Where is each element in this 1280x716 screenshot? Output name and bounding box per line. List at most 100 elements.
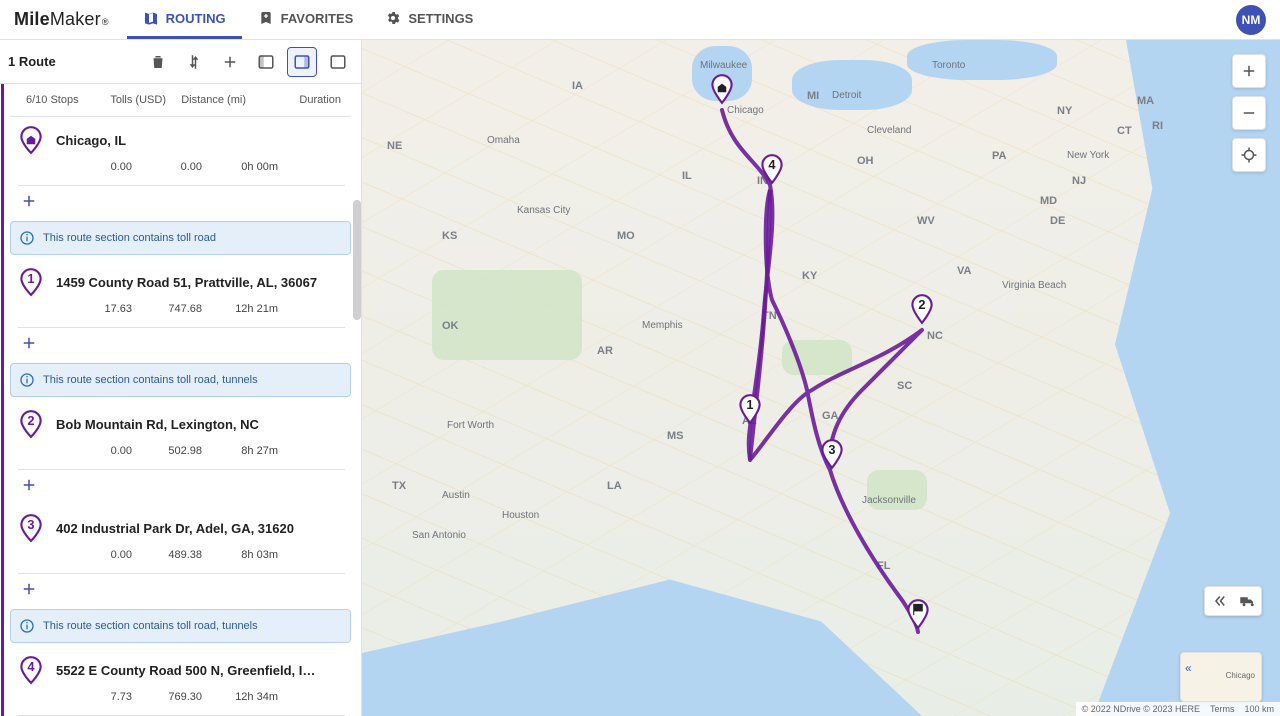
swap-vertical-icon (185, 53, 203, 71)
truck-icon (1238, 592, 1256, 610)
add-stop-between[interactable] (10, 470, 351, 505)
panel-right-icon (293, 53, 311, 71)
th-distance: Distance (mi) (181, 94, 246, 106)
stop-card[interactable]: 1 1459 County Road 51, Prattville, AL, 3… (10, 259, 351, 328)
stop-dur: 8h 03m (241, 549, 282, 561)
route-accent (1, 84, 4, 716)
scale-text: 100 km (1244, 704, 1274, 714)
stop-title: 5522 E County Road 500 N, Greenfield, I… (56, 663, 345, 678)
stop-toll: 0.00 (111, 549, 132, 561)
stop-card[interactable]: Chicago, IL 0.00 0.00 0h 00m (10, 117, 351, 186)
minimap[interactable]: « Chicago (1180, 652, 1262, 702)
stop-metrics: 7.73 769.30 12h 34m (18, 685, 345, 716)
stop-dist: 769.30 (168, 691, 202, 703)
stop-toll: 0.00 (111, 161, 132, 173)
stop-toll: 0.00 (111, 445, 132, 457)
terms-link[interactable]: Terms (1210, 704, 1235, 714)
tab-favorites[interactable]: FAVORITES (242, 0, 370, 39)
collapse-toggle[interactable] (1208, 590, 1230, 612)
map-pin-end[interactable] (905, 598, 931, 635)
add-stop-between[interactable] (10, 186, 351, 221)
tab-routing-label: ROUTING (166, 11, 226, 26)
home-pin-icon (18, 125, 44, 155)
bookmark-plus-icon (258, 10, 274, 26)
map-controls (1232, 54, 1266, 172)
minus-icon (1240, 104, 1258, 122)
stop-pin-icon: 4 (18, 655, 44, 685)
svg-text:1: 1 (746, 397, 753, 412)
stop-metrics: 0.00 489.38 8h 03m (18, 543, 345, 574)
map-pin-1[interactable]: 1 (737, 393, 763, 430)
add-stop-between[interactable] (10, 574, 351, 609)
minimap-label: Chicago (1226, 671, 1255, 680)
info-text: This route section contains toll road, t… (43, 620, 258, 632)
stop-metrics: 0.00 502.98 8h 27m (18, 439, 345, 470)
plus-icon (20, 334, 38, 352)
stop-dur: 12h 34m (235, 691, 282, 703)
avatar[interactable]: NM (1236, 5, 1266, 35)
layout-split-button[interactable] (287, 47, 317, 77)
info-banner: This route section contains toll road, t… (10, 609, 351, 643)
sidebar-actions (143, 47, 353, 77)
svg-text:3: 3 (27, 517, 34, 532)
locate-button[interactable] (1232, 138, 1266, 172)
info-text: This route section contains toll road, t… (43, 374, 258, 386)
layout-full-button[interactable] (323, 47, 353, 77)
map-pin-home[interactable] (709, 73, 735, 110)
zoom-out-button[interactable] (1232, 96, 1266, 130)
map-pin-4[interactable]: 4 (759, 153, 785, 190)
svg-text:3: 3 (828, 442, 835, 457)
stop-card[interactable]: 2 Bob Mountain Rd, Lexington, NC 0.00 50… (10, 401, 351, 470)
stop-title: 1459 County Road 51, Prattville, AL, 360… (56, 275, 345, 290)
stop-columns: 6/10 Stops Tolls (USD) Distance (mi) Dur… (10, 84, 351, 117)
nav-tabs: ROUTING FAVORITES SETTINGS (127, 0, 490, 39)
map-pin-3[interactable]: 3 (819, 438, 845, 475)
add-route-button[interactable] (215, 47, 245, 77)
th-duration: Duration (299, 94, 345, 106)
panel-full-icon (329, 53, 347, 71)
map-pin-2[interactable]: 2 (909, 293, 935, 330)
logo-reg: ® (102, 17, 109, 27)
stop-title: Chicago, IL (56, 133, 345, 148)
map-layer-toggle[interactable] (1204, 586, 1262, 616)
map-icon (143, 10, 159, 26)
stop-dur: 8h 27m (241, 445, 282, 457)
tab-settings[interactable]: SETTINGS (369, 0, 489, 39)
th-stops: 6/10 Stops (26, 94, 79, 106)
info-icon (19, 618, 35, 634)
tab-favorites-label: FAVORITES (281, 11, 354, 26)
sidebar-toolbar: 1 Route (0, 40, 361, 84)
truck-layer-toggle[interactable] (1236, 590, 1258, 612)
reverse-stops-button[interactable] (179, 47, 209, 77)
zoom-in-button[interactable] (1232, 54, 1266, 88)
stop-dist: 502.98 (168, 445, 202, 457)
stop-card[interactable]: 4 5522 E County Road 500 N, Greenfield, … (10, 647, 351, 716)
plus-icon (20, 476, 38, 494)
tab-routing[interactable]: ROUTING (127, 0, 242, 39)
info-icon (19, 372, 35, 388)
map-canvas[interactable]: IA NE KS OK TX MO AR LA MS IL IN OH MI K… (362, 40, 1280, 716)
attrib-text: © 2022 NDrive © 2023 HERE (1082, 704, 1200, 714)
th-tolls: Tolls (USD) (110, 94, 166, 106)
stop-card[interactable]: 3 402 Industrial Park Dr, Adel, GA, 3162… (10, 505, 351, 574)
crosshair-icon (1240, 146, 1258, 164)
info-banner: This route section contains toll road, t… (10, 363, 351, 397)
stop-toll: 17.63 (104, 303, 132, 315)
delete-route-button[interactable] (143, 47, 173, 77)
scrollbar-thumb[interactable] (353, 200, 361, 320)
app-logo: Mile Maker ® (14, 9, 109, 30)
info-icon (19, 230, 35, 246)
app-header: Mile Maker ® ROUTING FAVORITES SETTINGS … (0, 0, 1280, 40)
info-text: This route section contains toll road (43, 232, 216, 244)
add-stop-between[interactable] (10, 328, 351, 363)
plus-icon (221, 53, 239, 71)
route-polyline (362, 40, 1280, 716)
stop-list[interactable]: 6/10 Stops Tolls (USD) Distance (mi) Dur… (0, 84, 361, 716)
chevrons-left-icon (1210, 592, 1228, 610)
svg-text:4: 4 (27, 659, 35, 674)
logo-part2: Maker (50, 9, 101, 30)
layout-left-button[interactable] (251, 47, 281, 77)
stop-pin-icon: 2 (18, 409, 44, 439)
info-banner: This route section contains toll road (10, 221, 351, 255)
gear-icon (385, 10, 401, 26)
